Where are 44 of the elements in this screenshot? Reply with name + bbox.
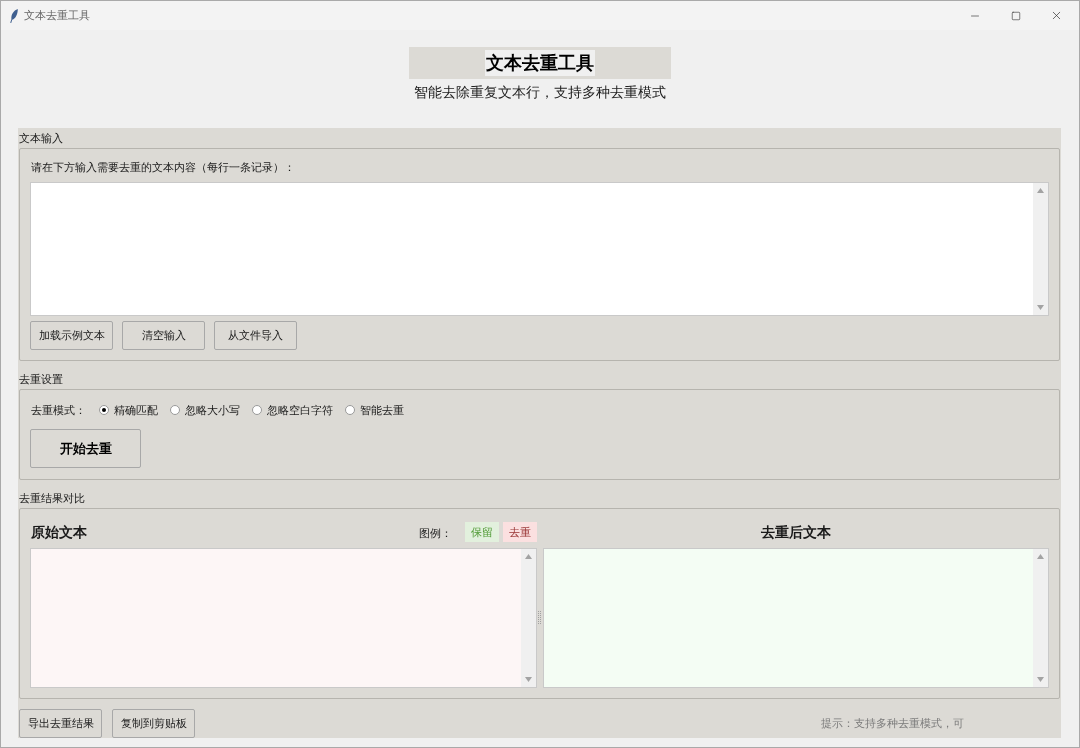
radio-option[interactable]: 智能去重 [345,402,404,418]
action-button[interactable]: 复制到剪贴板 [112,709,195,738]
pane-title: 去重后文本 [760,524,832,542]
action-button[interactable]: 加载示例文本 [30,321,113,350]
legend-tag: 去重 [502,522,537,542]
instruction-text: 请在下方输入需要去重的文本内容（每行一条记录）： [30,160,296,176]
radio-icon[interactable] [252,405,262,415]
scroll-down-arrow-icon[interactable] [1037,677,1044,682]
text-area-field[interactable] [30,182,1049,316]
scroll-down-arrow-icon[interactable] [524,677,532,682]
app-subtitle: 智能去除重复文本行，支持多种去重模式 [414,84,666,102]
window-title: 文本去重工具 [24,8,90,23]
start-button[interactable]: 开始去重 [30,429,141,468]
section-label: 去重设置 [19,371,64,388]
radio-option[interactable]: 忽略大小写 [170,402,240,418]
app-title: 文本去重工具 [485,50,595,76]
action-button[interactable]: 从文件导入 [214,321,297,350]
maximize-icon [1010,10,1021,21]
radio-icon[interactable] [345,405,355,415]
pane-title: 原始文本 [30,524,87,542]
section-label: 去重结果对比 [19,490,86,507]
scrollbar[interactable] [520,549,536,687]
hint-text: 提示：支持多种去重模式，可 [821,716,964,731]
text-area-field[interactable] [542,548,1049,688]
section-label: 文本输入 [19,130,64,147]
radio-option[interactable]: 忽略空白字符 [252,402,333,418]
close-icon [1050,9,1063,22]
scroll-down-arrow-icon[interactable] [1037,305,1044,310]
mode-label: 去重模式： [30,402,86,418]
scrollbar[interactable] [1033,183,1048,315]
scroll-up-arrow-icon[interactable] [1037,188,1044,193]
text-area-field[interactable] [30,548,537,688]
scroll-up-arrow-icon[interactable] [1037,554,1044,559]
radio-option[interactable]: 精确匹配 [99,402,158,418]
legend-tag: 保留 [464,522,499,542]
scroll-up-arrow-icon[interactable] [524,554,532,559]
action-button[interactable]: 清空输入 [122,321,205,350]
action-button[interactable]: 导出去重结果 [19,709,102,738]
radio-icon[interactable] [170,405,180,415]
grip-icon[interactable] [538,611,541,625]
scrollbar[interactable] [1033,549,1048,687]
legend-label: 图例： [418,525,452,541]
feather-icon [10,8,18,23]
radio-selected-icon[interactable] [99,405,109,415]
